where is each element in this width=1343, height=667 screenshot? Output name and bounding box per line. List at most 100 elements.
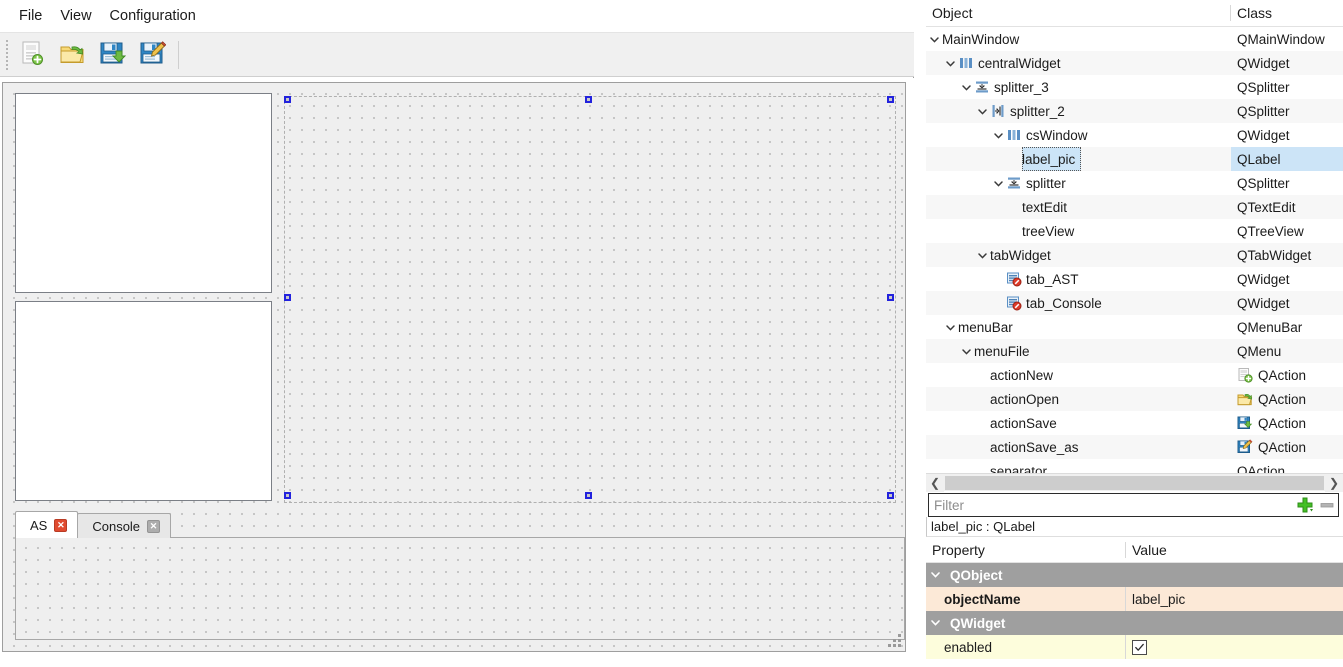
tab-as-close-icon[interactable]: ✕ bbox=[54, 518, 68, 532]
column-header-class[interactable]: Class bbox=[1231, 5, 1343, 21]
tree-row-object-cell: actionNew bbox=[926, 363, 1231, 387]
chevron-down-icon[interactable] bbox=[990, 175, 1006, 191]
menu-file[interactable]: File bbox=[10, 4, 51, 28]
page-deny-icon bbox=[1006, 295, 1022, 311]
tab-widget[interactable]: AS ✕ Console ✕ bbox=[15, 511, 905, 641]
tree-row-object-cell: separator bbox=[926, 459, 1231, 474]
tree-row-textEdit[interactable]: textEdit QTextEdit bbox=[926, 195, 1343, 219]
tree-row-splitter_3[interactable]: splitter_3 QSplitter bbox=[926, 75, 1343, 99]
tree-row-actionSave_as[interactable]: actionSave_as QAction bbox=[926, 435, 1343, 459]
tree-row-class-cell: QTextEdit bbox=[1231, 195, 1343, 219]
tree-row-label: treeView bbox=[1022, 223, 1075, 239]
object-tree[interactable]: MainWindow QMainWindow centralWidget QWidge… bbox=[926, 27, 1343, 473]
tree-row-tab_AST[interactable]: tab_AST QWidget bbox=[926, 267, 1343, 291]
tree-row-class-cell: QAction bbox=[1231, 435, 1343, 459]
chevron-down-icon[interactable] bbox=[974, 247, 990, 263]
menu-view[interactable]: View bbox=[51, 4, 100, 28]
qt-designer-window: File View Configuration AS ✕ Console ✕ O… bbox=[0, 0, 1343, 667]
selection-handle-middle-left[interactable] bbox=[284, 294, 291, 301]
cswindow-panel-bottom[interactable] bbox=[15, 301, 272, 501]
tab-as[interactable]: AS ✕ bbox=[15, 511, 79, 538]
design-canvas[interactable]: AS ✕ Console ✕ bbox=[0, 78, 914, 667]
scrollbar-thumb[interactable] bbox=[945, 475, 1324, 490]
tree-row-label_pic[interactable]: label_pic QLabel bbox=[926, 147, 1343, 171]
tree-row-label: actionOpen bbox=[990, 391, 1060, 407]
cswindow-label-pic-top[interactable] bbox=[15, 93, 272, 293]
selection-handle-bottom-right[interactable] bbox=[887, 492, 894, 499]
toolbar-drag-handle[interactable] bbox=[2, 36, 12, 74]
tree-row-MainWindow[interactable]: MainWindow QMainWindow bbox=[926, 27, 1343, 51]
tab-console-close-icon[interactable]: ✕ bbox=[147, 519, 161, 533]
tree-row-actionNew[interactable]: actionNew QAction bbox=[926, 363, 1343, 387]
tree-row-class-label: QSplitter bbox=[1237, 175, 1290, 191]
tree-row-splitter_2[interactable]: splitter_2 QSplitter bbox=[926, 99, 1343, 123]
property-row-QObject[interactable]: QObject bbox=[926, 563, 1343, 587]
tree-row-separator[interactable]: separator QAction bbox=[926, 459, 1343, 473]
tree-no-expander bbox=[990, 271, 1006, 287]
chevron-down-icon[interactable] bbox=[930, 616, 941, 631]
filter-bar bbox=[928, 493, 1339, 517]
tree-row-centralWidget[interactable]: centralWidget QWidget bbox=[926, 51, 1343, 75]
property-value-cell[interactable]: label_pic bbox=[1126, 587, 1343, 611]
chevron-down-icon[interactable] bbox=[930, 568, 941, 583]
tree-row-class-cell: QSplitter bbox=[1231, 99, 1343, 123]
tree-row-label: csWindow bbox=[1026, 127, 1088, 143]
enabled-checkbox[interactable] bbox=[1132, 639, 1147, 655]
form-resize-grip[interactable] bbox=[888, 634, 902, 648]
filter-input[interactable] bbox=[929, 494, 1294, 516]
tree-row-object-cell: treeView bbox=[926, 219, 1231, 243]
chevron-down-icon[interactable] bbox=[926, 31, 942, 47]
scroll-left-icon[interactable]: ❮ bbox=[926, 473, 944, 492]
property-value-cell bbox=[1126, 563, 1343, 587]
object-tree-hscrollbar[interactable]: ❮ ❯ bbox=[926, 473, 1343, 492]
property-row-QWidget[interactable]: QWidget bbox=[926, 611, 1343, 635]
tree-no-expander bbox=[974, 391, 990, 407]
property-row-objectName[interactable]: objectName label_pic bbox=[926, 587, 1343, 611]
column-header-value[interactable]: Value bbox=[1126, 542, 1343, 558]
tree-row-object-cell: tab_AST bbox=[926, 267, 1231, 291]
tree-row-menuFile[interactable]: menuFile QMenu bbox=[926, 339, 1343, 363]
new-file-button[interactable] bbox=[12, 35, 52, 75]
open-file-button[interactable] bbox=[52, 35, 92, 75]
tree-row-treeView[interactable]: treeView QTreeView bbox=[926, 219, 1343, 243]
selection-handle-top-center[interactable] bbox=[585, 96, 592, 103]
menu-configuration[interactable]: Configuration bbox=[101, 4, 205, 28]
column-header-property[interactable]: Property bbox=[926, 541, 1126, 558]
property-value-cell[interactable] bbox=[1126, 635, 1343, 659]
tree-row-tabWidget[interactable]: tabWidget QTabWidget bbox=[926, 243, 1343, 267]
property-row-enabled[interactable]: enabled bbox=[926, 635, 1343, 659]
tree-row-menuBar[interactable]: menuBar QMenuBar bbox=[926, 315, 1343, 339]
selection-handle-bottom-left[interactable] bbox=[284, 492, 291, 499]
selection-handle-middle-right[interactable] bbox=[887, 294, 894, 301]
tree-row-actionOpen[interactable]: actionOpen QAction bbox=[926, 387, 1343, 411]
column-header-object[interactable]: Object bbox=[926, 5, 1231, 21]
chevron-down-icon[interactable] bbox=[958, 79, 974, 95]
selection-handle-top-left[interactable] bbox=[284, 96, 291, 103]
selection-handle-top-right[interactable] bbox=[887, 96, 894, 103]
remove-property-button[interactable] bbox=[1316, 494, 1338, 516]
property-editor[interactable]: QObject objectName label_pic QWidget enabled bbox=[926, 563, 1343, 659]
scroll-right-icon[interactable]: ❯ bbox=[1325, 473, 1343, 492]
chevron-down-icon[interactable] bbox=[942, 319, 958, 335]
tab-page-as[interactable] bbox=[15, 537, 905, 640]
chevron-down-icon[interactable] bbox=[974, 103, 990, 119]
add-property-button[interactable] bbox=[1294, 494, 1316, 516]
tree-row-csWindow[interactable]: csWindow QWidget bbox=[926, 123, 1343, 147]
tree-row-actionSave[interactable]: actionSave QAction bbox=[926, 411, 1343, 435]
save-as-button[interactable] bbox=[132, 35, 172, 75]
chevron-down-icon[interactable] bbox=[990, 127, 1006, 143]
tree-row-class-label: QMenu bbox=[1237, 343, 1282, 359]
tree-row-label: label_pic bbox=[1022, 151, 1076, 167]
chevron-down-icon[interactable] bbox=[958, 343, 974, 359]
new-file-icon bbox=[1237, 367, 1253, 383]
tree-row-tab_Console[interactable]: tab_Console QWidget bbox=[926, 291, 1343, 315]
selection-handle-bottom-center[interactable] bbox=[585, 492, 592, 499]
tab-console[interactable]: Console ✕ bbox=[77, 513, 172, 538]
tree-row-splitter[interactable]: splitter QSplitter bbox=[926, 171, 1343, 195]
save-button[interactable] bbox=[92, 35, 132, 75]
tree-row-label: MainWindow bbox=[942, 31, 1020, 47]
chevron-down-icon[interactable] bbox=[942, 55, 958, 71]
form-window-mainwindow[interactable]: AS ✕ Console ✕ bbox=[2, 82, 906, 652]
tree-row-object-cell: tabWidget bbox=[926, 243, 1231, 267]
property-name-label: QObject bbox=[950, 567, 1003, 583]
